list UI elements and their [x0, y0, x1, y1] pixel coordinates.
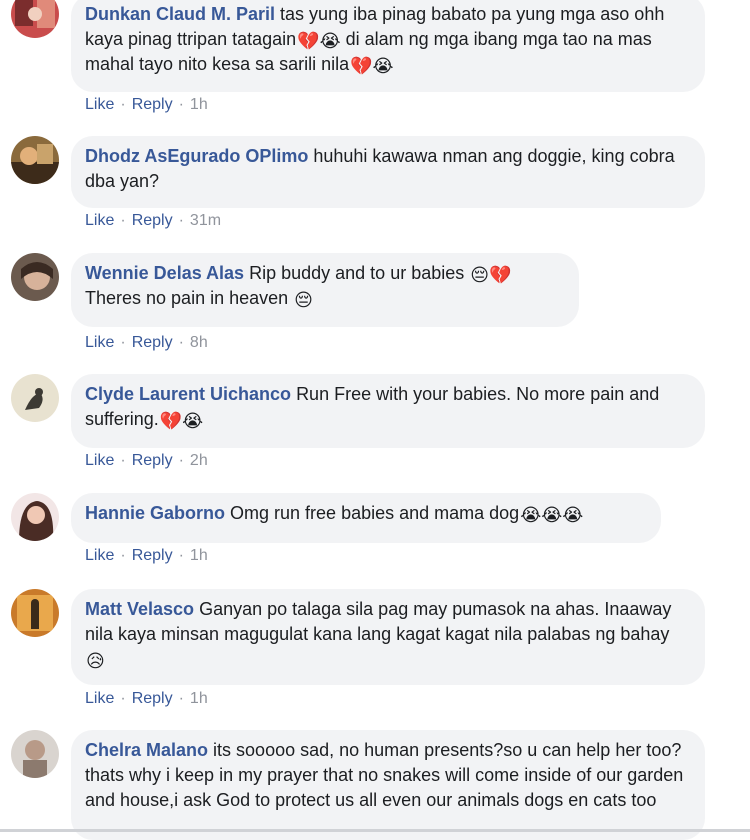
- avatar[interactable]: [11, 136, 59, 184]
- reply-link[interactable]: Reply: [132, 96, 173, 113]
- separator-dot: ·: [120, 212, 126, 229]
- like-link[interactable]: Like: [85, 212, 114, 229]
- comment-author[interactable]: Wennie Delas Alas: [85, 263, 244, 283]
- separator-dot: ·: [120, 690, 126, 707]
- separator-dot: ·: [178, 212, 184, 229]
- reply-link[interactable]: Reply: [132, 690, 173, 707]
- comment-actions: Like · Reply · 1h: [85, 689, 208, 709]
- separator-dot: ·: [178, 96, 184, 113]
- broken-heart-crying-emoji: 💔😭: [350, 56, 394, 76]
- like-link[interactable]: Like: [85, 334, 114, 351]
- comment-timestamp[interactable]: 1h: [190, 547, 208, 564]
- pensive-emoji: 😔: [294, 290, 313, 310]
- comment-timestamp[interactable]: 1h: [190, 96, 208, 113]
- separator-dot: ·: [178, 547, 184, 564]
- comment-actions: Like · Reply · 1h: [85, 95, 208, 115]
- comment-author[interactable]: Chelra Malano: [85, 740, 208, 760]
- comment-text: Omg run free babies and mama dog: [230, 503, 520, 523]
- comment-author[interactable]: Dunkan Claud M. Paril: [85, 4, 275, 24]
- like-link[interactable]: Like: [85, 452, 114, 469]
- separator-dot: ·: [178, 452, 184, 469]
- separator-dot: ·: [120, 96, 126, 113]
- separator-dot: ·: [178, 334, 184, 351]
- comment-timestamp[interactable]: 8h: [190, 334, 208, 351]
- separator-dot: ·: [120, 334, 126, 351]
- comment-author[interactable]: Clyde Laurent Uichanco: [85, 384, 291, 404]
- avatar[interactable]: [11, 589, 59, 637]
- comments-list: Dunkan Claud M. Paril tas yung iba pinag…: [0, 0, 750, 840]
- comment-bubble: Chelra Malano its sooooo sad, no human p…: [71, 730, 705, 840]
- comment-timestamp[interactable]: 1h: [190, 690, 208, 707]
- separator-dot: ·: [120, 452, 126, 469]
- comment-bubble: Dhodz AsEgurado OPlimo huhuhi kawawa nma…: [71, 136, 705, 208]
- reply-link[interactable]: Reply: [132, 334, 173, 351]
- comment-author[interactable]: Matt Velasco: [85, 599, 194, 619]
- reply-link[interactable]: Reply: [132, 212, 173, 229]
- comment-author[interactable]: Dhodz AsEgurado OPlimo: [85, 146, 308, 166]
- comment-bubble: Hannie Gaborno Omg run free babies and m…: [71, 493, 661, 543]
- like-link[interactable]: Like: [85, 547, 114, 564]
- separator-dot: ·: [120, 547, 126, 564]
- comment-text-continued: Theres no pain in heaven: [85, 288, 294, 308]
- comment-actions: Like · Reply · 2h: [85, 451, 208, 471]
- comment-actions: Like · Reply · 31m: [85, 211, 221, 231]
- comment-actions: Like · Reply · 8h: [85, 333, 208, 353]
- comment-timestamp[interactable]: 31m: [190, 212, 221, 229]
- like-link[interactable]: Like: [85, 690, 114, 707]
- reply-link[interactable]: Reply: [132, 547, 173, 564]
- avatar[interactable]: [11, 374, 59, 422]
- pensive-broken-heart-emoji: 😔💔: [470, 265, 512, 285]
- avatar[interactable]: [11, 493, 59, 541]
- comment-text: Rip buddy and to ur babies: [249, 263, 470, 283]
- crying-emoji: 😭😭😭: [520, 505, 584, 525]
- avatar[interactable]: [11, 730, 59, 778]
- comment-actions: Like · Reply · 1h: [85, 546, 208, 566]
- comment-bubble: Wennie Delas Alas Rip buddy and to ur ba…: [71, 253, 579, 327]
- avatar[interactable]: [11, 0, 59, 38]
- broken-heart-crying-emoji: 💔😭: [159, 411, 204, 431]
- comment-author[interactable]: Hannie Gaborno: [85, 503, 225, 523]
- sad-tear-emoji: 😥: [86, 651, 105, 671]
- avatar[interactable]: [11, 253, 59, 301]
- broken-heart-crying-emoji: 💔😭: [297, 31, 341, 51]
- comment-bubble: Clyde Laurent Uichanco Run Free with you…: [71, 374, 705, 448]
- comment-timestamp[interactable]: 2h: [190, 452, 208, 469]
- separator-dot: ·: [178, 690, 184, 707]
- comment-bubble: Matt Velasco Ganyan po talaga sila pag m…: [71, 589, 705, 685]
- reply-link[interactable]: Reply: [132, 452, 173, 469]
- like-link[interactable]: Like: [85, 96, 114, 113]
- comment-bubble: Dunkan Claud M. Paril tas yung iba pinag…: [71, 0, 705, 92]
